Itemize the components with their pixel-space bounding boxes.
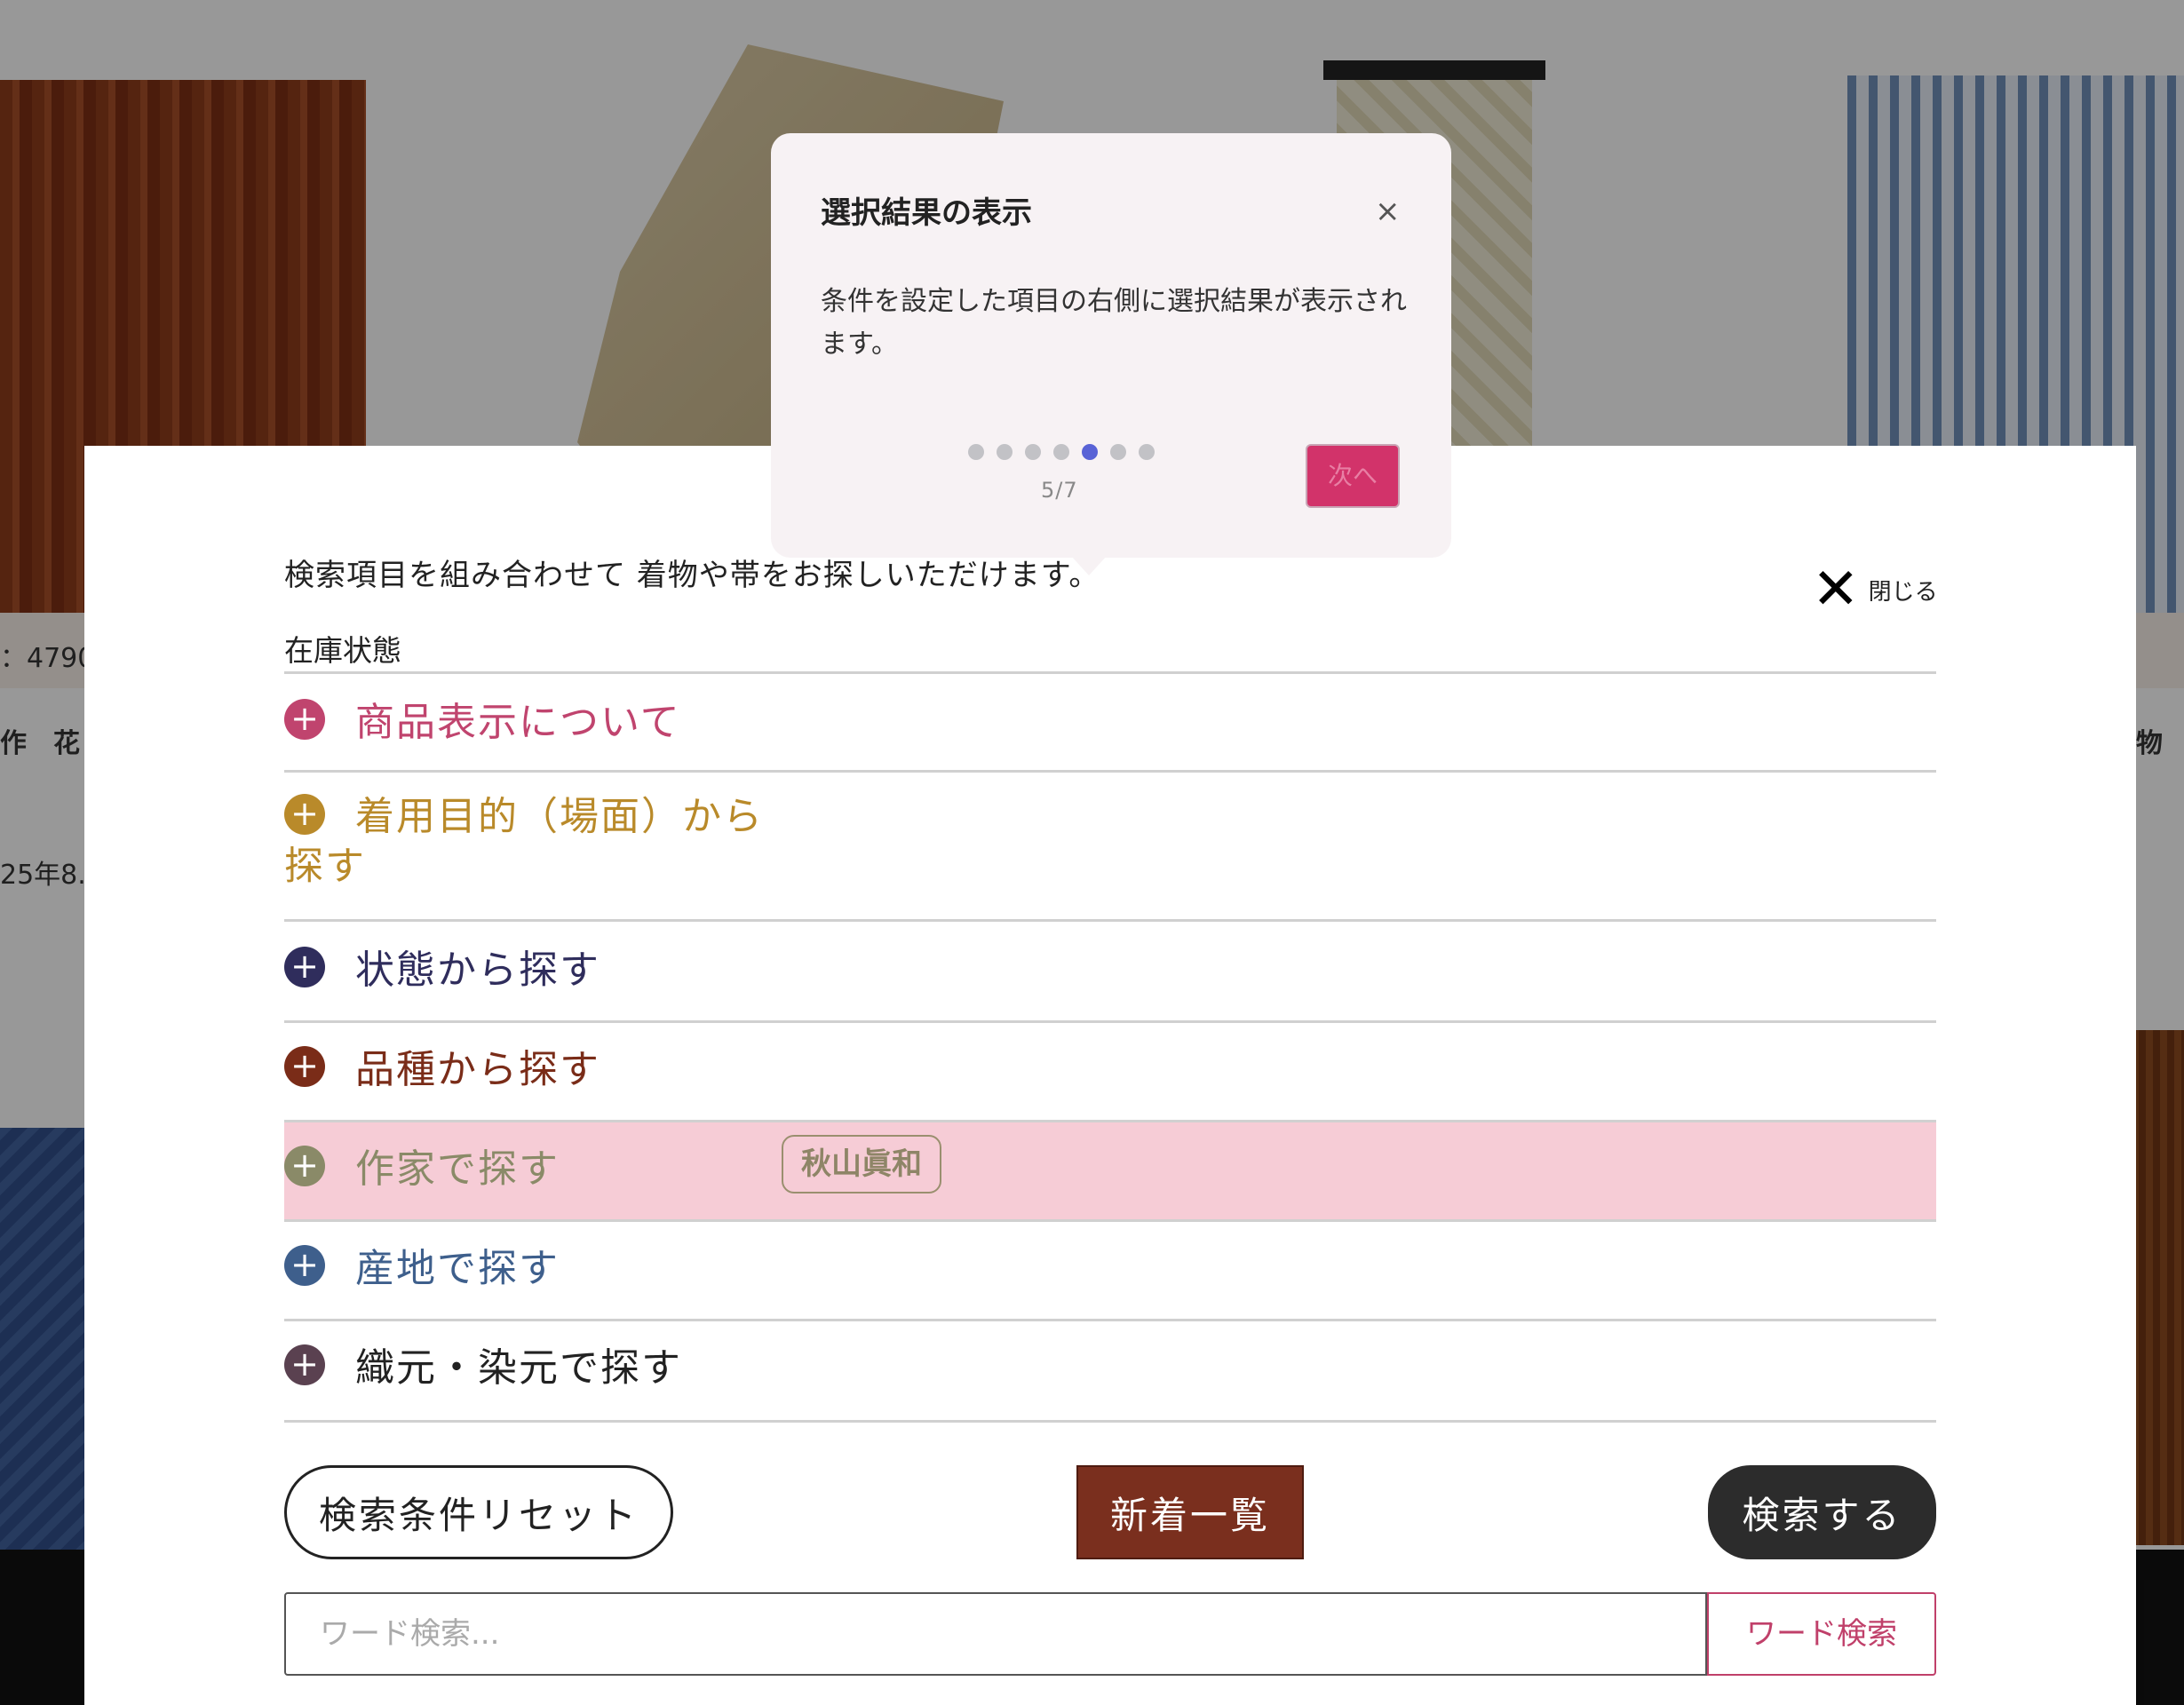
plus-icon: + xyxy=(284,1046,325,1087)
accordion-product-display[interactable]: + 商品表示について xyxy=(284,671,1936,773)
accordion-label: 商品表示について xyxy=(355,700,681,745)
accordion-artist[interactable]: + 作家で探す 秋山眞和 xyxy=(284,1122,1936,1222)
close-label: 閉じる xyxy=(1868,578,1938,606)
accordion-label: 品種から探す xyxy=(355,1047,600,1092)
step-dot[interactable] xyxy=(968,444,984,460)
tooltip-arrow xyxy=(1071,556,1107,575)
close-icon: ✕ xyxy=(1812,557,1860,623)
accordion-label: 織元・染元で探す xyxy=(355,1345,682,1391)
accordion-purpose[interactable]: + 着用目的（場面）から探す xyxy=(284,773,1936,922)
step-dot-active[interactable] xyxy=(1082,444,1098,460)
tooltip-step-counter: 5/7 xyxy=(1041,478,1078,503)
accordion-label: 着用目的（場面）から探す xyxy=(284,794,764,889)
plus-icon: + xyxy=(284,1245,325,1286)
step-dot[interactable] xyxy=(1025,444,1041,460)
new-arrivals-button[interactable]: 新着一覧 xyxy=(1076,1465,1304,1559)
accordion-label: 産地で探す xyxy=(355,1246,560,1291)
accordion-label: 作家で探す xyxy=(355,1146,560,1192)
search-button[interactable]: 検索する xyxy=(1708,1465,1936,1559)
reset-conditions-button[interactable]: 検索条件リセット xyxy=(284,1465,673,1559)
accordion-weaver[interactable]: + 織元・染元で探す xyxy=(284,1321,1936,1423)
plus-icon: + xyxy=(284,1344,325,1385)
stock-status-label: 在庫状態 xyxy=(284,633,401,668)
word-search-input[interactable]: ワード検索... xyxy=(284,1592,1707,1676)
tooltip-title: 選択結果の表示 xyxy=(821,195,1032,231)
tour-tooltip: 選択結果の表示 × 条件を設定した項目の右側に選択結果が表示されます。 5/7 … xyxy=(771,133,1451,558)
plus-icon: + xyxy=(284,947,325,987)
close-panel-button[interactable]: ✕ 閉じる xyxy=(1812,561,1938,618)
step-dot[interactable] xyxy=(997,444,1013,460)
tooltip-close-icon[interactable]: × xyxy=(1375,194,1401,229)
accordion-label: 状態から探す xyxy=(355,948,600,993)
word-search-button[interactable]: ワード検索 xyxy=(1707,1592,1936,1676)
step-dot[interactable] xyxy=(1139,444,1155,460)
selected-artist-chip[interactable]: 秋山眞和 xyxy=(782,1135,941,1194)
plus-icon: + xyxy=(284,699,325,740)
accordion-variety[interactable]: + 品種から探す xyxy=(284,1023,1936,1122)
step-dot[interactable] xyxy=(1053,444,1069,460)
tooltip-body: 条件を設定した項目の右側に選択結果が表示されます。 xyxy=(821,286,1407,360)
plus-icon: + xyxy=(284,1146,325,1186)
tooltip-next-button[interactable]: 次へ xyxy=(1306,444,1400,508)
accordion-origin[interactable]: + 産地で探す xyxy=(284,1222,1936,1321)
tooltip-step-dots xyxy=(968,444,1167,460)
step-dot[interactable] xyxy=(1110,444,1126,460)
accordion-condition[interactable]: + 状態から探す xyxy=(284,922,1936,1023)
